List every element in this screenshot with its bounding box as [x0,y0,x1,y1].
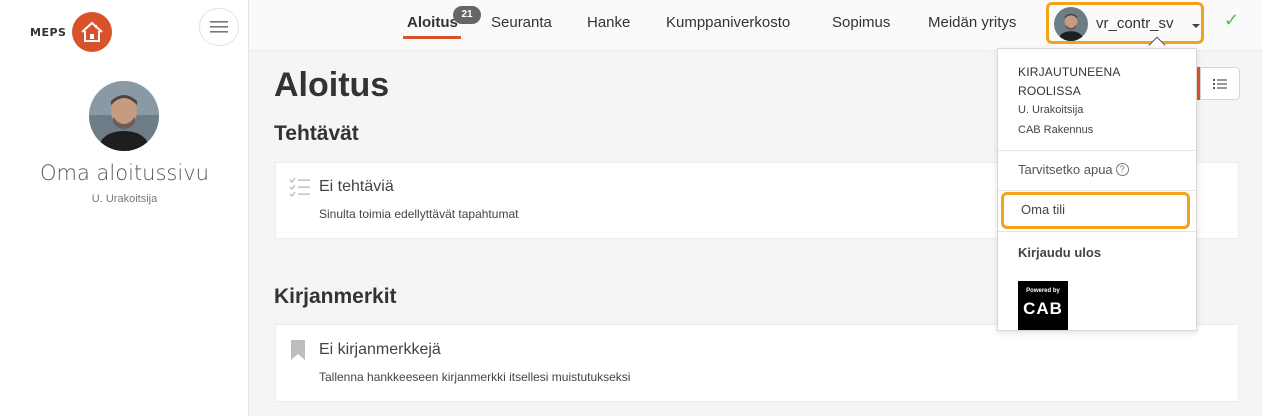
tasks-empty-subtitle: Sinulta toimia edellyttävät tapahtumat [319,207,519,221]
caret-down-icon [1192,24,1200,28]
nav-aloitus[interactable]: Aloitus [407,14,458,31]
user-dropdown-menu: KIRJAUTUNEENA ROOLISSA U. Urakoitsija CA… [997,48,1197,331]
notification-badge: 21 [453,6,481,24]
tasks-heading: Tehtävät [274,122,359,145]
list-view-button[interactable] [1200,67,1240,100]
page-title: Aloitus [274,66,390,104]
sidebar-title: Oma aloitussivu [40,161,209,185]
tasks-empty-title: Ei tehtäviä [319,178,394,195]
nav-meidan-yritys[interactable]: Meidän yritys [928,14,1016,31]
nav-sopimus[interactable]: Sopimus [832,14,890,31]
divider [998,190,1196,191]
cab-logo: Powered by CAB [1018,281,1068,330]
list-icon [1213,78,1227,89]
bookmarks-card: Ei kirjanmerkkejä Tallenna hankkeeseen k… [275,324,1239,402]
top-navigation: Aloitus 21 Seuranta Hanke Kumppaniverkos… [250,0,1262,51]
bookmarks-heading: Kirjanmerkit [274,285,397,308]
user-avatar [1054,7,1088,41]
bookmarks-empty-subtitle: Tallenna hankkeeseen kirjanmerkki itsell… [319,370,631,384]
avatar [89,81,159,151]
sidebar: MEPS Oma aloitussivu U. Urakoitsija [0,0,249,416]
role-heading: KIRJAUTUNEENA ROOLISSA [1018,65,1120,98]
divider [998,231,1196,232]
company-name: CAB Rakennus [1018,124,1094,136]
nav-hanke[interactable]: Hanke [587,14,630,31]
user-name: vr_contr_sv [1096,15,1174,32]
cab-logo-small-text: Powered by [1026,288,1060,294]
help-label: Tarvitsetko apua [1018,162,1113,177]
user-menu-button[interactable]: vr_contr_sv [1046,2,1204,44]
help-icon: ? [1115,163,1129,176]
nav-seuranta[interactable]: Seuranta [491,14,552,31]
bookmarks-empty-title: Ei kirjanmerkkejä [319,341,441,358]
logout-menu-item[interactable]: Kirjaudu ulos [1018,245,1101,260]
meps-logo[interactable]: MEPS [30,12,113,52]
logo-text: MEPS [30,25,67,39]
task-list-icon [289,177,311,202]
active-tab-underline [403,36,461,39]
account-menu-item[interactable]: Oma tili [1001,192,1190,229]
menu-toggle-button[interactable] [199,8,239,46]
nav-kumppaniverkosto[interactable]: Kumppaniverkosto [666,14,790,31]
checkmark-icon[interactable]: ✓ [1224,10,1239,31]
hamburger-icon [210,21,228,33]
house-logo-icon [72,12,113,52]
divider [998,150,1196,151]
cab-logo-text: CAB [1023,299,1063,318]
role-name: U. Urakoitsija [1018,104,1084,116]
sidebar-subtitle: U. Urakoitsija [91,193,158,205]
help-link[interactable]: Tarvitsetko apua ? [1018,162,1129,177]
account-label: Oma tili [1021,202,1066,217]
bookmark-icon [291,340,305,365]
